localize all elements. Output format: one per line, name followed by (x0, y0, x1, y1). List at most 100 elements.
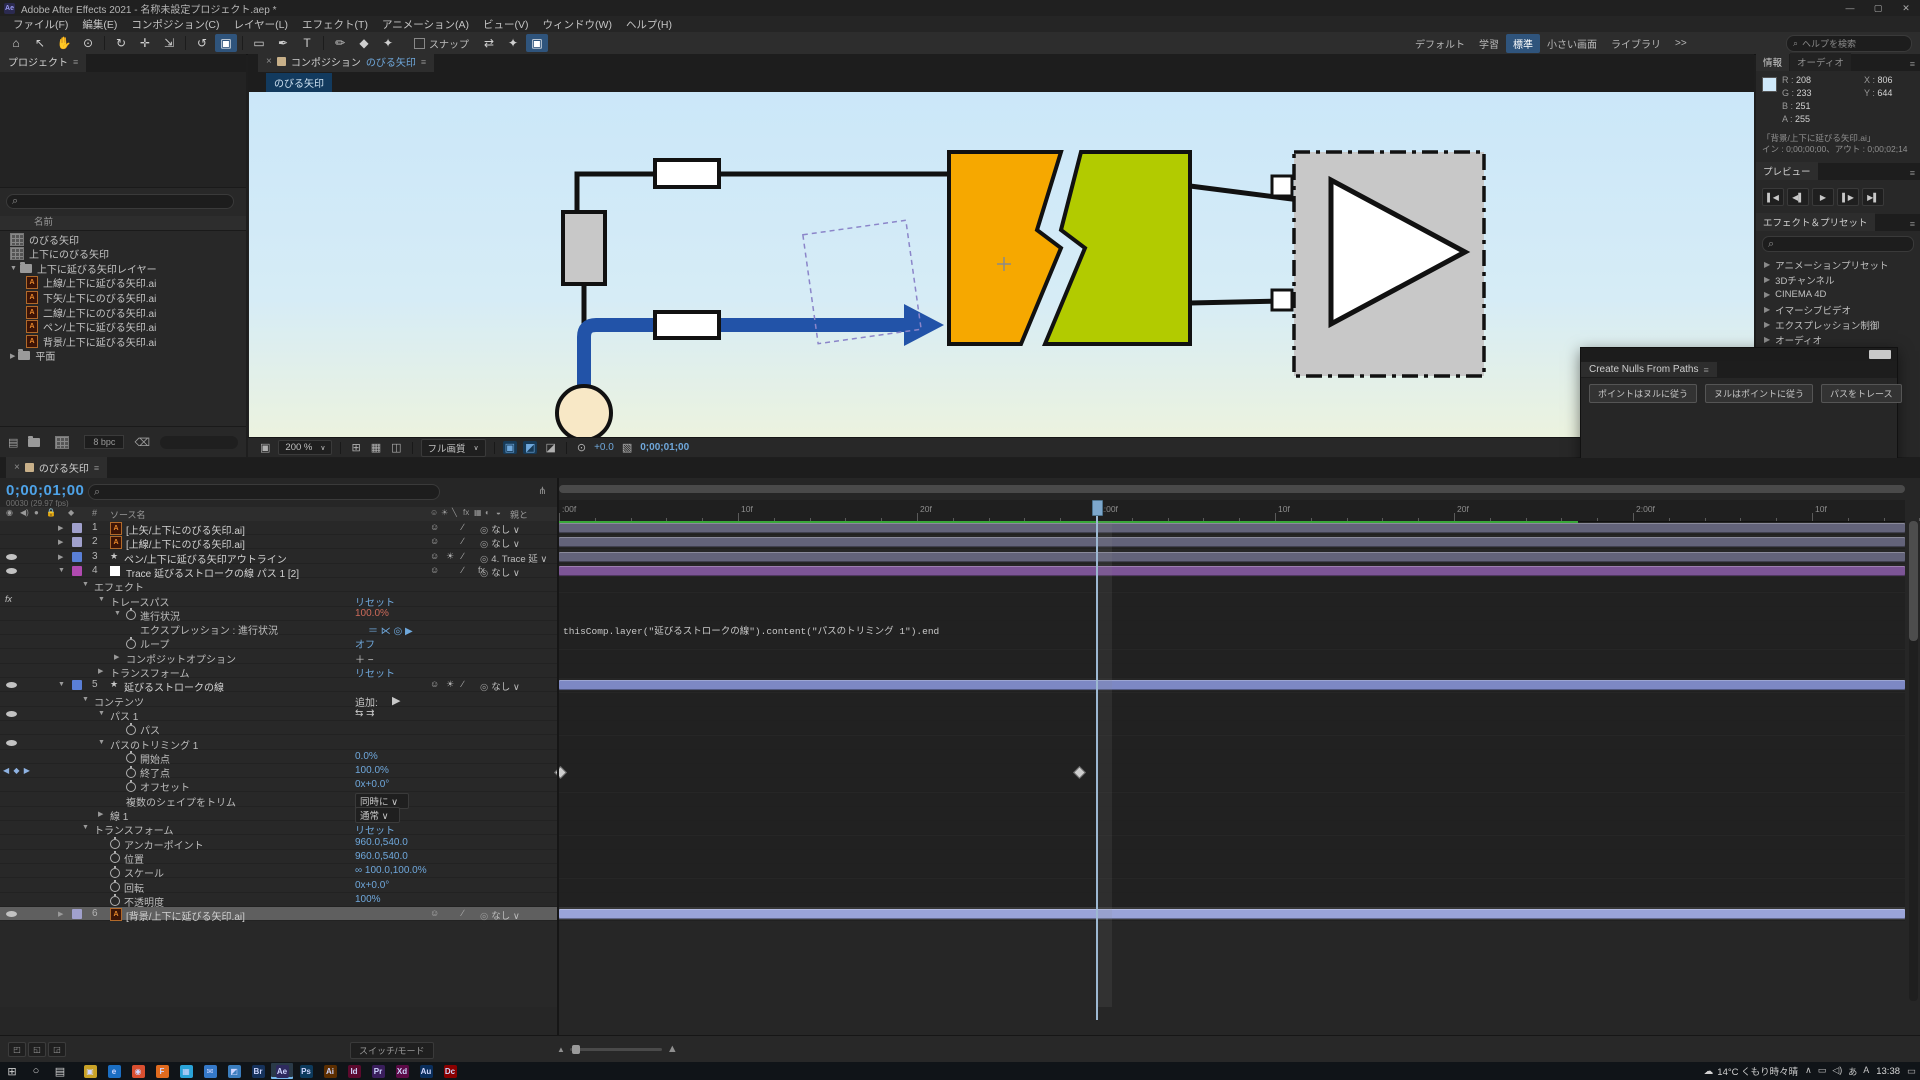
effects-search-input[interactable]: ⌕ (1762, 236, 1914, 252)
minimize-button[interactable]: — (1836, 0, 1864, 16)
layer-row[interactable]: ▶1A[上矢/上下にのびる矢印.ai]☺∕◎なし ∨ (0, 521, 1905, 535)
time-navigator[interactable] (559, 482, 1905, 496)
always-preview-icon[interactable]: ▣ (258, 441, 272, 454)
next-frame-button[interactable]: ▌▶ (1837, 188, 1859, 206)
twirl-icon[interactable]: ▼ (98, 596, 105, 603)
cti-handle[interactable] (1092, 500, 1103, 516)
transparency-grid-icon[interactable]: ◩ (523, 441, 537, 454)
tray-icon[interactable]: あ (1848, 1065, 1857, 1078)
row-left[interactable]: ▶トランスフォームリセット (0, 664, 557, 678)
nulls-panel-grip[interactable] (1581, 348, 1897, 361)
shy-switch-icon[interactable]: ☺ (430, 565, 439, 575)
property-row[interactable]: ▼エフェクト (0, 578, 1905, 592)
row-left[interactable]: ▼コンテンツ追加:▶ (0, 693, 557, 707)
property-row[interactable]: ▼トランスフォームリセット (0, 821, 1905, 835)
property-value[interactable]: ⇆ ⇉ (355, 708, 375, 719)
property-row[interactable]: ▼進行状況100.0% (0, 607, 1905, 621)
shy-switch-icon[interactable]: ☺ (430, 679, 439, 689)
layer-label-swatch[interactable] (72, 523, 82, 533)
row-track[interactable] (559, 736, 1905, 750)
timeline-vertical-scroll-thumb[interactable] (1909, 521, 1918, 641)
layer-row[interactable]: ▶6A[背景/上下に延びる矢印.ai]☺∕◎なし ∨ (0, 907, 1905, 921)
workspace-学習[interactable]: 学習 (1472, 34, 1506, 53)
property-row[interactable]: ▶コンポジットオプション＋ − (0, 650, 1905, 664)
layer-label-swatch[interactable] (72, 680, 82, 690)
row-track[interactable] (559, 607, 1905, 621)
composition-panel-tab[interactable]: × コンポジション のびる矢印 ≡ (258, 51, 434, 72)
row-left[interactable]: ▼トランスフォームリセット (0, 821, 557, 835)
project-scroll-pill[interactable] (160, 436, 238, 449)
row-track[interactable] (559, 707, 1905, 721)
row-left[interactable]: ▼エフェクト (0, 578, 557, 592)
effects-category[interactable]: ▶CINEMA 4D (1756, 287, 1920, 302)
switch-mode-toggle[interactable]: スイッチ/モード (350, 1042, 434, 1059)
snapshot-camera-icon[interactable]: ▧ (620, 441, 634, 454)
selection-tool-icon[interactable]: ↖ (29, 34, 51, 52)
nulls-button[interactable]: ヌルはポイントに従う (1705, 384, 1813, 403)
stopwatch-icon[interactable] (126, 639, 136, 649)
row-left[interactable]: ◀ ◆ ▶終了点100.0% (0, 764, 557, 778)
menu-item[interactable]: エフェクト(T) (295, 17, 375, 32)
layer-duration-bar[interactable] (559, 537, 1905, 547)
comp-mini-flowchart-icon[interactable]: ⋔ (538, 486, 546, 497)
taskbar-weather[interactable]: ☁ 14°C くもり時々晴 (1704, 1064, 1798, 1078)
stopwatch-icon[interactable] (110, 853, 120, 863)
row-track[interactable] (559, 664, 1905, 678)
motion-blur-icon[interactable]: ✦ (502, 34, 524, 52)
parent-link-dropdown[interactable]: ◎なし ∨ (480, 565, 555, 579)
taskbar-app-acrobat[interactable]: Dc (439, 1063, 461, 1079)
menu-item[interactable]: ビュー(V) (476, 17, 536, 32)
property-row[interactable]: エクスプレッション : 進行状況＝ ⋉ ◎ ▶ (0, 621, 1905, 635)
menu-item[interactable]: ウィンドウ(W) (536, 17, 619, 32)
mask-shape-tool-icon[interactable]: ▭ (248, 34, 270, 52)
project-item[interactable]: のびる矢印 (0, 232, 246, 246)
orbit-camera-tool-icon[interactable]: ↻ (110, 34, 132, 52)
layer-label-swatch[interactable] (72, 909, 82, 919)
property-row[interactable]: 複数のシェイプをトリム同時に ∨ (0, 793, 1905, 807)
help-search-input[interactable]: ⌕ ヘルプを検索 (1786, 35, 1912, 52)
maximize-button[interactable]: ▢ (1864, 0, 1892, 16)
tray-icon[interactable]: ◁) (1832, 1065, 1842, 1078)
stopwatch-icon[interactable] (126, 725, 136, 735)
row-left[interactable]: ▼パス 1⇆ ⇉ (0, 707, 557, 721)
row-left[interactable]: オフセット0x+0.0° (0, 778, 557, 792)
twirl-icon[interactable]: ▼ (98, 739, 105, 746)
panel-menu-icon[interactable]: ≡ (94, 463, 99, 473)
twirl-icon[interactable]: ▶ (98, 810, 103, 818)
expression-text[interactable]: thisComp.layer("延びるストロークの線").content("パス… (563, 623, 939, 637)
taskbar-app-firefox[interactable]: F (151, 1063, 173, 1079)
stopwatch-icon[interactable] (110, 882, 120, 892)
row-track[interactable] (559, 593, 1905, 607)
parent-link-dropdown[interactable]: ◎なし ∨ (480, 679, 555, 693)
row-track[interactable] (559, 836, 1905, 850)
twirl-icon[interactable]: ▶ (58, 553, 63, 561)
previous-frame-button[interactable]: ◀▌ (1787, 188, 1809, 206)
row-track[interactable] (559, 879, 1905, 893)
project-item[interactable]: A下矢/上下にのびる矢印.ai (0, 290, 246, 304)
shy-switch-icon[interactable]: ☺ (430, 908, 439, 918)
row-left[interactable]: ▶線 1通常 ∨ (0, 807, 557, 821)
taskbar-clock[interactable]: 13:38 (1876, 1066, 1900, 1077)
taskbar-app-photoshop[interactable]: Ps (295, 1063, 317, 1079)
tray-icon[interactable]: A (1863, 1065, 1869, 1078)
workspace-小さい画面[interactable]: 小さい画面 (1540, 34, 1604, 53)
parent-column-header[interactable]: 親と (510, 508, 528, 521)
pen-tool-icon[interactable]: ✒ (272, 34, 294, 52)
property-value[interactable]: 0x+0.0° (355, 779, 389, 790)
new-folder-icon[interactable] (28, 438, 40, 447)
twirl-icon[interactable]: ▶ (58, 910, 63, 918)
stopwatch-icon[interactable] (110, 839, 120, 849)
taskbar-app-mail[interactable]: ✉ (199, 1063, 221, 1079)
panel-menu-icon[interactable]: ≡ (73, 57, 78, 67)
property-row[interactable]: 不透明度100% (0, 893, 1905, 907)
eye-icon[interactable] (6, 740, 17, 746)
stopwatch-icon[interactable] (126, 782, 136, 792)
preview-panel-tab[interactable]: プレビュー (1756, 162, 1818, 180)
property-value[interactable]: 100% (355, 894, 381, 905)
row-track[interactable] (559, 807, 1905, 821)
row-track[interactable] (559, 678, 1905, 692)
align-icon[interactable]: ⇄ (478, 34, 500, 52)
shy-switch-icon[interactable]: ☺ (430, 551, 439, 561)
twirl-icon[interactable]: ▼ (82, 696, 89, 703)
effects-category[interactable]: ▶エクスプレッション制御 (1756, 317, 1920, 332)
